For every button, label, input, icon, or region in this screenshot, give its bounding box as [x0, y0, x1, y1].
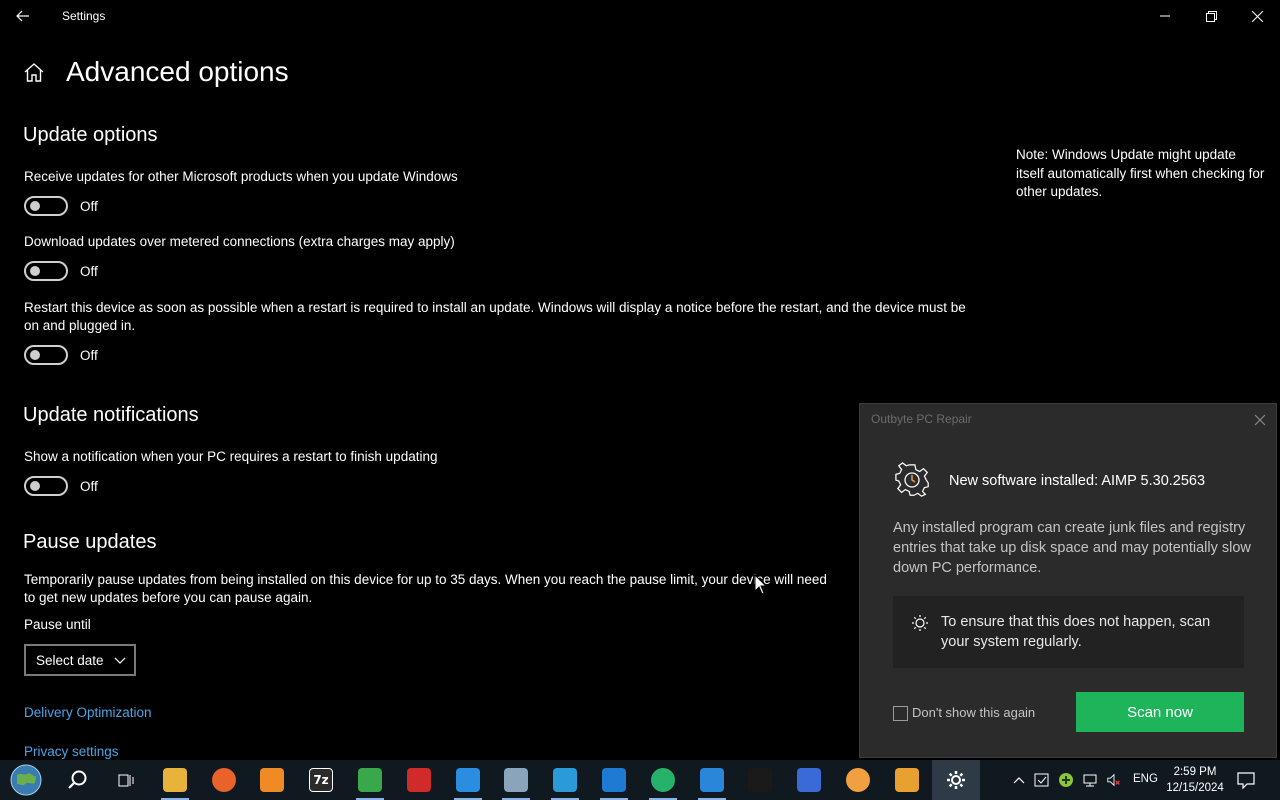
tray-plus-icon[interactable] — [1058, 772, 1074, 788]
toggle-knob — [30, 350, 40, 360]
restart-device-toggle[interactable] — [24, 345, 68, 365]
pause-updates-description: Temporarily pause updates from being ins… — [24, 572, 827, 605]
red-app-icon — [407, 768, 431, 792]
privacy-settings-link[interactable]: Privacy settings — [24, 744, 119, 759]
update-note: Note: Windows Update might update itself… — [1016, 147, 1265, 199]
7zip-icon: 7z — [309, 768, 333, 792]
photo-viewer-icon — [895, 768, 919, 792]
volume-muted-icon[interactable] — [1106, 772, 1122, 788]
feather-icon — [797, 768, 821, 792]
update-notifications-heading: Update notifications — [23, 404, 199, 426]
popup-title: New software installed: AIMP 5.30.2563 — [949, 473, 1206, 489]
pause-until-label: Pause until — [24, 617, 91, 632]
outbyte-popup: Outbyte PC Repair New software installed… — [859, 403, 1277, 758]
minimize-button[interactable] — [1142, 0, 1188, 32]
blue-square-icon — [602, 768, 626, 792]
search-app-icon — [260, 768, 284, 792]
firefox-icon — [212, 768, 236, 792]
taskbar-green-app-button[interactable] — [346, 760, 394, 800]
update-options-heading: Update options — [23, 124, 158, 146]
restart-device-state: Off — [80, 348, 98, 363]
close-icon[interactable] — [1252, 412, 1268, 428]
search-icon — [68, 770, 87, 789]
taskbar-green-circle-button[interactable] — [639, 760, 687, 800]
page-title: Advanced options — [66, 56, 289, 87]
receive-updates-toggle[interactable] — [24, 196, 68, 216]
metered-updates-label: Download updates over metered connection… — [24, 234, 455, 249]
file-explorer-icon — [163, 768, 187, 792]
dont-show-label[interactable]: Don't show this again — [912, 705, 1035, 720]
back-arrow-icon[interactable] — [10, 4, 36, 28]
task-view-icon — [114, 768, 138, 792]
taskbar-red-app-button[interactable] — [395, 760, 443, 800]
taskbar-file-explorer-button[interactable] — [151, 760, 199, 800]
taskbar: 7z ENG 2:59 PM 12/15/2024 — [0, 760, 1280, 800]
chevron-down-icon — [114, 654, 126, 669]
mouse-cursor-icon — [754, 573, 768, 596]
taskbar-settings-button[interactable] — [932, 760, 980, 800]
blue-tool-icon — [456, 768, 480, 792]
toggle-knob — [30, 481, 40, 491]
taskbar-feather-button[interactable] — [785, 760, 833, 800]
search-button[interactable] — [54, 760, 102, 800]
toggle-knob — [30, 201, 40, 211]
scan-now-button[interactable]: Scan now — [1076, 692, 1244, 732]
restart-notification-label: Show a notification when your PC require… — [24, 449, 438, 464]
pause-date-value: Select date — [36, 652, 104, 668]
window-title: Settings — [62, 9, 106, 23]
close-button[interactable] — [1234, 0, 1280, 32]
taskbar-globe-app-button[interactable] — [688, 760, 736, 800]
receive-updates-label: Receive updates for other Microsoft prod… — [24, 169, 458, 184]
restore-button[interactable] — [1188, 0, 1234, 32]
taskbar-blue-tool-button[interactable] — [444, 760, 492, 800]
taskbar-terminal-button[interactable] — [736, 760, 784, 800]
green-circle-icon — [651, 768, 675, 792]
pause-updates-heading: Pause updates — [23, 531, 157, 553]
pause-date-select[interactable]: Select date — [24, 644, 136, 676]
taskbar-cube-app-button[interactable] — [541, 760, 589, 800]
metered-updates-toggle[interactable] — [24, 261, 68, 281]
network-icon[interactable] — [1082, 772, 1098, 788]
popup-tip-text: To ensure that this does not happen, sca… — [941, 614, 1211, 650]
popup-tip-box: To ensure that this does not happen, sca… — [893, 596, 1244, 668]
start-button[interactable] — [6, 763, 46, 797]
taskbar-aimp-button[interactable] — [834, 760, 882, 800]
title-bar: Settings — [0, 0, 1280, 32]
terminal-icon — [748, 768, 772, 792]
lightbulb-icon — [911, 614, 929, 632]
chevron-up-icon[interactable] — [1011, 772, 1027, 788]
notification-icon[interactable] — [1236, 770, 1256, 790]
dont-show-checkbox[interactable] — [893, 706, 908, 721]
taskbar-search-app-button[interactable] — [248, 760, 296, 800]
taskbar-task-view-button[interactable] — [102, 760, 150, 800]
language-indicator[interactable]: ENG — [1133, 773, 1158, 785]
settings-icon — [944, 768, 968, 792]
tray-app-icon[interactable] — [1034, 772, 1050, 788]
metered-updates-state: Off — [80, 264, 98, 279]
gear-clock-icon — [894, 462, 930, 498]
popup-app-name: Outbyte PC Repair — [871, 412, 972, 426]
taskbar-gear-app-button[interactable] — [492, 760, 540, 800]
taskbar-blue-square-button[interactable] — [590, 760, 638, 800]
receive-updates-state: Off — [80, 199, 98, 214]
aimp-icon — [846, 768, 870, 792]
taskbar-firefox-button[interactable] — [200, 760, 248, 800]
restart-notification-toggle[interactable] — [24, 476, 68, 496]
cube-app-icon — [553, 768, 577, 792]
clock-time: 2:59 PM — [1173, 766, 1217, 778]
toggle-knob — [30, 266, 40, 276]
clock[interactable]: 2:59 PM 12/15/2024 — [1160, 764, 1230, 796]
green-app-icon — [358, 768, 382, 792]
globe-start-icon — [10, 764, 42, 796]
clock-date: 12/15/2024 — [1166, 782, 1224, 794]
home-icon[interactable] — [22, 61, 46, 85]
gear-app-icon — [504, 768, 528, 792]
restart-notification-state: Off — [80, 479, 98, 494]
taskbar-photo-viewer-button[interactable] — [883, 760, 931, 800]
globe-app-icon — [700, 768, 724, 792]
popup-body: Any installed program can create junk fi… — [893, 520, 1251, 576]
delivery-optimization-link[interactable]: Delivery Optimization — [24, 705, 152, 720]
taskbar-7zip-button[interactable]: 7z — [297, 760, 345, 800]
restart-device-label: Restart this device as soon as possible … — [24, 300, 966, 333]
